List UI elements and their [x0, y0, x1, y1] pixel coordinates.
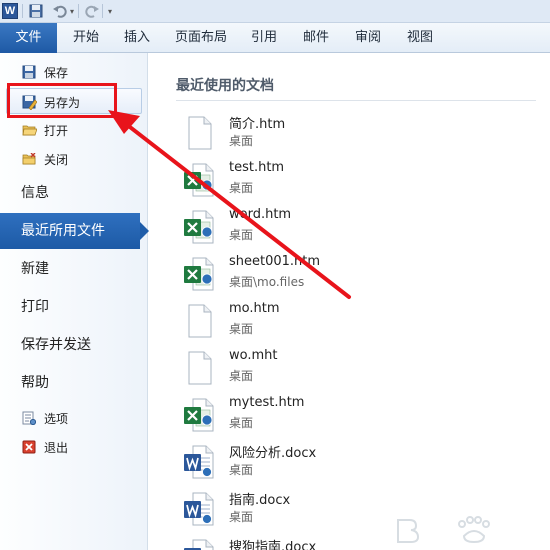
nav-item-close[interactable]: 关闭: [0, 146, 148, 172]
tab-page-layout[interactable]: 页面布局: [172, 23, 230, 53]
undo-icon[interactable]: [52, 3, 68, 19]
tab-view[interactable]: 视图: [405, 23, 435, 53]
excel-file-icon: [183, 163, 215, 197]
file-path: 桌面: [229, 228, 254, 242]
nav-item-save-as[interactable]: 另存为: [0, 89, 148, 115]
nav-item-label: 保存: [44, 65, 69, 80]
backstage-nav: 保存 另存为 打开 关闭 信息 最近所用文件 新建 打印 保存并发送 帮助 选项…: [0, 53, 149, 550]
exit-icon: [21, 439, 37, 455]
recent-documents-panel: 最近使用的文档 简介.htm 桌面 test.htm 桌面 word.htm 桌…: [149, 53, 550, 550]
file-path: 桌面: [229, 369, 254, 383]
toolbar-separator: [22, 4, 23, 18]
excel-file-icon: [183, 210, 215, 244]
file-name: wo.mht: [229, 348, 278, 363]
nav-item-open[interactable]: 打开: [0, 117, 148, 143]
nav-item-print[interactable]: 打印: [0, 290, 148, 324]
recent-documents-title: 最近使用的文档: [176, 78, 274, 94]
ribbon-tab-bar: 文件 开始 插入 页面布局 引用 邮件 审阅 视图: [0, 23, 550, 53]
word-app-icon[interactable]: W: [2, 3, 18, 19]
tab-review[interactable]: 审阅: [353, 23, 383, 53]
file-name: sheet001.htm: [229, 254, 321, 269]
excel-file-icon: [183, 398, 215, 432]
recent-file-item[interactable]: word.htm 桌面: [179, 205, 539, 249]
file-path: 桌面: [229, 181, 254, 195]
quick-access-toolbar: W ▾ ▾: [0, 0, 550, 23]
tab-home[interactable]: 开始: [71, 23, 101, 53]
recent-file-item[interactable]: wo.mht 桌面: [179, 346, 539, 390]
file-path: 桌面: [229, 463, 254, 477]
recent-file-item[interactable]: test.htm 桌面: [179, 158, 539, 202]
word-file-icon: [183, 492, 215, 526]
nav-item-label: 关闭: [44, 152, 69, 167]
nav-item-label: 另存为: [44, 95, 81, 110]
undo-dropdown-icon[interactable]: ▾: [68, 3, 76, 19]
tab-mailings[interactable]: 邮件: [301, 23, 331, 53]
recent-file-item[interactable]: sheet001.htm 桌面\mo.files: [179, 252, 539, 296]
file-name: 搜狗指南.docx: [229, 540, 317, 550]
nav-item-label: 选项: [44, 411, 69, 426]
file-path: 桌面: [229, 510, 254, 524]
nav-item-help[interactable]: 帮助: [0, 366, 148, 400]
toolbar-separator: [102, 4, 103, 18]
save-as-icon: [21, 94, 37, 110]
recent-file-item[interactable]: mytest.htm 桌面: [179, 393, 539, 437]
file-name: 简介.htm: [229, 117, 286, 132]
file-name: mytest.htm: [229, 395, 305, 410]
open-folder-icon: [21, 122, 37, 138]
file-name: 风险分析.docx: [229, 446, 317, 461]
recent-file-item[interactable]: mo.htm 桌面: [179, 299, 539, 343]
customize-toolbar-icon[interactable]: ▾: [106, 3, 114, 19]
file-path: 桌面: [229, 134, 254, 148]
toolbar-separator: [78, 4, 79, 18]
nav-item-save[interactable]: 保存: [0, 59, 148, 85]
nav-item-info[interactable]: 信息: [0, 176, 148, 210]
save-icon: [21, 64, 37, 80]
file-path: 桌面\mo.files: [229, 275, 305, 289]
tab-file[interactable]: 文件: [0, 23, 57, 53]
blank-document-icon: [183, 351, 215, 385]
recent-file-item[interactable]: 搜狗指南.docx: [179, 534, 539, 550]
recent-file-item[interactable]: 简介.htm 桌面: [179, 111, 539, 155]
file-name: mo.htm: [229, 301, 280, 316]
excel-file-icon: [183, 257, 215, 291]
file-name: word.htm: [229, 207, 292, 222]
options-icon: [21, 410, 37, 426]
nav-item-new[interactable]: 新建: [0, 252, 148, 286]
file-name: test.htm: [229, 160, 285, 175]
nav-item-label: 打开: [44, 123, 69, 138]
close-folder-icon: [21, 151, 37, 167]
word-file-icon: [183, 445, 215, 479]
save-icon[interactable]: [28, 3, 44, 19]
word-file-icon: [183, 539, 215, 550]
nav-item-options[interactable]: 选项: [0, 405, 148, 431]
file-name: 指南.docx: [229, 493, 291, 508]
file-path: 桌面: [229, 322, 254, 336]
nav-item-save-send[interactable]: 保存并发送: [0, 328, 148, 362]
recent-file-item[interactable]: 风险分析.docx 桌面: [179, 440, 539, 484]
redo-icon[interactable]: [84, 3, 100, 19]
nav-item-exit[interactable]: 退出: [0, 434, 148, 460]
tab-references[interactable]: 引用: [249, 23, 279, 53]
recent-file-item[interactable]: 指南.docx 桌面: [179, 487, 539, 531]
tab-insert[interactable]: 插入: [122, 23, 152, 53]
title-divider: [176, 100, 536, 101]
nav-item-label: 退出: [44, 440, 69, 455]
file-path: 桌面: [229, 416, 254, 430]
blank-document-icon: [183, 116, 215, 150]
blank-document-icon: [183, 304, 215, 338]
nav-item-recent[interactable]: 最近所用文件: [0, 214, 148, 248]
